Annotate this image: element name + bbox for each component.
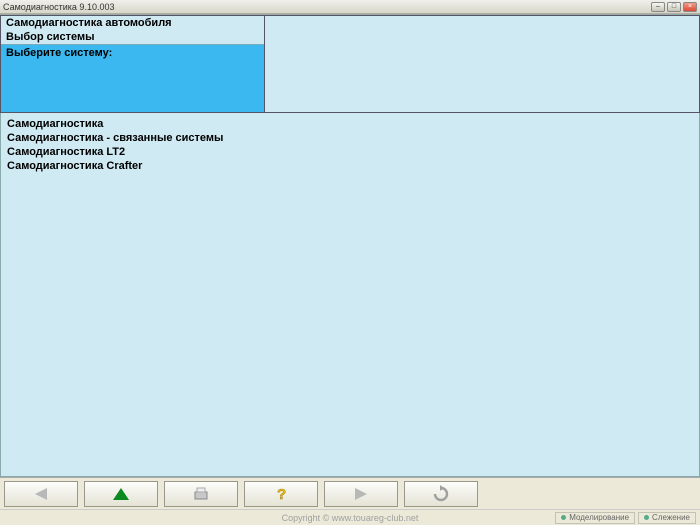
list-item[interactable]: Самодиагностика - связанные системы	[7, 131, 693, 145]
list-item[interactable]: Самодиагностика Crafter	[7, 159, 693, 173]
window-buttons: – □ ×	[651, 2, 697, 12]
status-bar: Copyright © www.touareg-club.net Моделир…	[0, 509, 700, 525]
maximize-button[interactable]: □	[667, 2, 681, 12]
refresh-button[interactable]	[404, 481, 478, 507]
help-button[interactable]: ?	[244, 481, 318, 507]
print-icon	[191, 486, 211, 502]
system-list: Самодиагностика Самодиагностика - связан…	[0, 113, 700, 477]
info-panel	[265, 15, 700, 113]
forward-green-button[interactable]	[84, 481, 158, 507]
question-icon: ?	[271, 485, 291, 503]
selection-prompt: Выберите систему:	[1, 44, 264, 112]
status-dot-icon	[644, 515, 649, 520]
content-area: Самодиагностика автомобиля Выбор системы…	[0, 14, 700, 477]
header-line-1: Самодиагностика автомобиля	[1, 16, 264, 30]
header-line-2: Выбор системы	[1, 30, 264, 44]
up-triangle-icon	[111, 486, 131, 502]
play-arrow-icon	[351, 486, 371, 502]
status-dot-icon	[561, 515, 566, 520]
copyright-text: Copyright © www.touareg-club.net	[282, 513, 419, 523]
back-button[interactable]	[4, 481, 78, 507]
play-button[interactable]	[324, 481, 398, 507]
upper-panels: Самодиагностика автомобиля Выбор системы…	[0, 15, 700, 113]
list-item[interactable]: Самодиагностика LT2	[7, 145, 693, 159]
window-titlebar: Самодиагностика 9.10.003 – □ ×	[0, 0, 700, 14]
list-item[interactable]: Самодиагностика	[7, 117, 693, 131]
status-label: Слежение	[652, 513, 690, 523]
header-panel: Самодиагностика автомобиля Выбор системы…	[0, 15, 265, 113]
status-cell-track[interactable]: Слежение	[638, 512, 696, 524]
print-button[interactable]	[164, 481, 238, 507]
back-arrow-icon	[31, 486, 51, 502]
close-button[interactable]: ×	[683, 2, 697, 12]
status-cell-sim[interactable]: Моделирование	[555, 512, 635, 524]
svg-text:?: ?	[277, 486, 286, 503]
bottom-toolbar: ?	[0, 477, 700, 509]
window-title: Самодиагностика 9.10.003	[3, 2, 651, 12]
minimize-button[interactable]: –	[651, 2, 665, 12]
refresh-icon	[431, 485, 451, 503]
status-label: Моделирование	[569, 513, 629, 523]
